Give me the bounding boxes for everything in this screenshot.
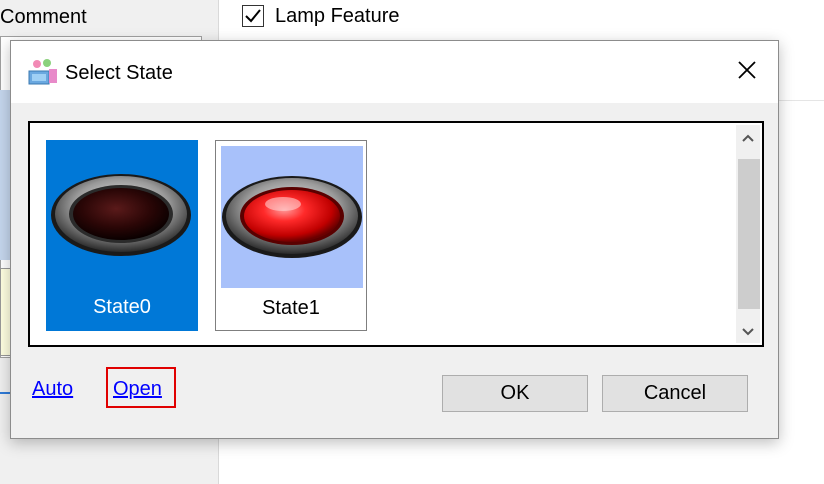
lamp-feature-checkbox[interactable] bbox=[242, 5, 264, 27]
lamp-feature-label: Lamp Feature bbox=[275, 5, 400, 27]
chevron-up-icon bbox=[742, 134, 754, 142]
auto-link[interactable]: Auto bbox=[32, 378, 73, 401]
state-label: State0 bbox=[93, 296, 151, 318]
chevron-down-icon bbox=[742, 328, 754, 336]
ok-button[interactable]: OK bbox=[442, 375, 588, 412]
dark-red-lamp-icon bbox=[51, 174, 191, 256]
cancel-button[interactable]: Cancel bbox=[602, 375, 748, 412]
dialog-title: Select State bbox=[65, 62, 173, 84]
bright-red-lamp-icon bbox=[221, 146, 363, 288]
state-item-state0[interactable]: State0 bbox=[46, 140, 198, 331]
scroll-up-button[interactable] bbox=[736, 127, 760, 151]
select-state-dialog: Select State State0 State1 Auto Open OK … bbox=[10, 40, 779, 439]
close-button[interactable] bbox=[716, 51, 778, 91]
dialog-titlebar[interactable]: Select State bbox=[11, 41, 778, 103]
vertical-scrollbar[interactable] bbox=[736, 125, 760, 343]
state-item-state1[interactable]: State1 bbox=[215, 140, 367, 331]
state-label: State1 bbox=[262, 297, 320, 319]
background-panel bbox=[0, 90, 10, 260]
check-icon bbox=[245, 9, 261, 23]
scroll-down-button[interactable] bbox=[736, 319, 760, 343]
state-list[interactable]: State0 State1 bbox=[28, 121, 764, 347]
close-icon bbox=[738, 61, 756, 79]
app-states-icon bbox=[27, 57, 59, 87]
comment-label: Comment bbox=[0, 6, 87, 28]
scroll-thumb[interactable] bbox=[738, 159, 760, 309]
background-divider bbox=[0, 392, 10, 394]
open-link-highlight bbox=[106, 367, 176, 408]
